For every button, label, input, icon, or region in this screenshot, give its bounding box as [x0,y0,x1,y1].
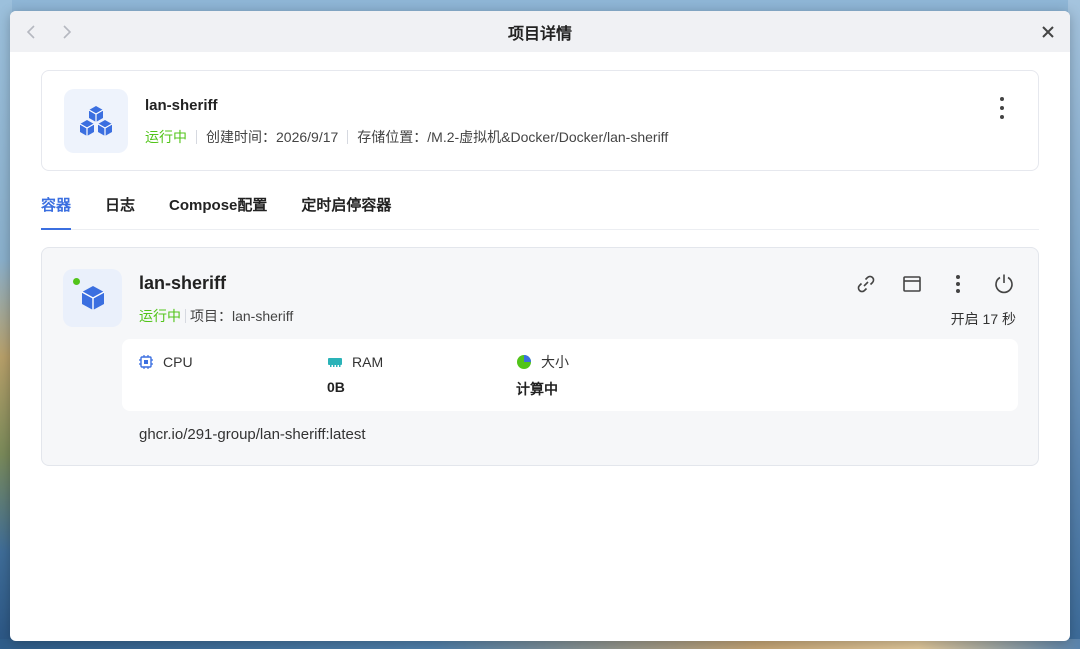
project-created: 创建时间：2026/9/17 [206,129,339,145]
divider [347,130,349,144]
window-nav [22,11,76,52]
divider [185,309,186,323]
project-details-window: 项目详情 lan-sheriff 运行中 创建时间：2026/9/17 存储位置… [10,11,1070,641]
window-titlebar: 项目详情 [10,11,1070,52]
ram-icon [327,354,343,370]
running-status-dot [73,278,80,285]
link-icon[interactable] [854,272,878,296]
container-status: 运行中 [139,308,181,324]
close-icon[interactable] [1038,22,1058,42]
window-title: 项目详情 [507,25,572,43]
tab-compose-config[interactable]: Compose配置 [169,186,267,229]
watermark-logo-icon: 值 [961,617,982,637]
chevron-right-icon[interactable] [58,23,76,41]
cpu-icon [138,354,154,370]
stat-ram: RAM 0B [327,353,383,395]
stat-size: 大小 计算中 [516,353,569,399]
uptime-text: 开启 17 秒 [950,311,1016,327]
container-meta: 运行中 项目：lan-sheriff [139,306,293,326]
ram-label: RAM [352,354,384,370]
project-name: lan-sheriff [145,97,218,114]
tab-scheduled-start-stop[interactable]: 定时启停容器 [301,186,391,229]
project-status: 运行中 [145,129,187,145]
chevron-left-icon[interactable] [22,23,40,41]
size-label: 大小 [541,354,569,370]
more-options-icon[interactable] [994,97,1010,119]
container-name: lan-sheriff [139,273,227,293]
pie-chart-icon [516,354,532,370]
project-meta: 运行中 创建时间：2026/9/17 存储位置：/M.2-虚拟机&Docker/… [145,127,668,147]
container-actions [854,272,1016,296]
more-options-icon[interactable] [946,272,970,296]
tab-logs[interactable]: 日志 [105,186,135,229]
project-location: 存储位置：/M.2-虚拟机&Docker/Docker/lan-sheriff [357,129,669,145]
container-image: ghcr.io/291-group/lan-sheriff:latest [139,426,366,443]
power-icon[interactable] [992,272,1016,296]
site-watermark: 值 什么值得买 [961,615,1068,639]
container-icon [63,269,122,327]
watermark-text: 什么值得买 [987,621,1068,638]
size-value: 计算中 [516,381,558,397]
stat-cpu: CPU [138,353,193,379]
tab-bar: 容器 日志 Compose配置 定时启停容器 [41,186,1039,230]
container-project: 项目：lan-sheriff [190,308,294,324]
container-card: lan-sheriff 运行中 项目：lan-sheriff 开启 17 秒 C… [41,247,1039,466]
project-summary-card: lan-sheriff 运行中 创建时间：2026/9/17 存储位置：/M.2… [41,70,1039,171]
divider [196,130,197,144]
terminal-window-icon[interactable] [900,272,924,296]
cubes-icon [64,89,128,153]
cpu-label: CPU [163,354,193,370]
tab-containers[interactable]: 容器 [41,186,72,230]
resource-stats-panel: CPU RAM 0B 大小 计算中 [122,339,1018,411]
window-content: lan-sheriff 运行中 创建时间：2026/9/17 存储位置：/M.2… [10,52,1070,466]
ram-value: 0B [327,379,345,395]
